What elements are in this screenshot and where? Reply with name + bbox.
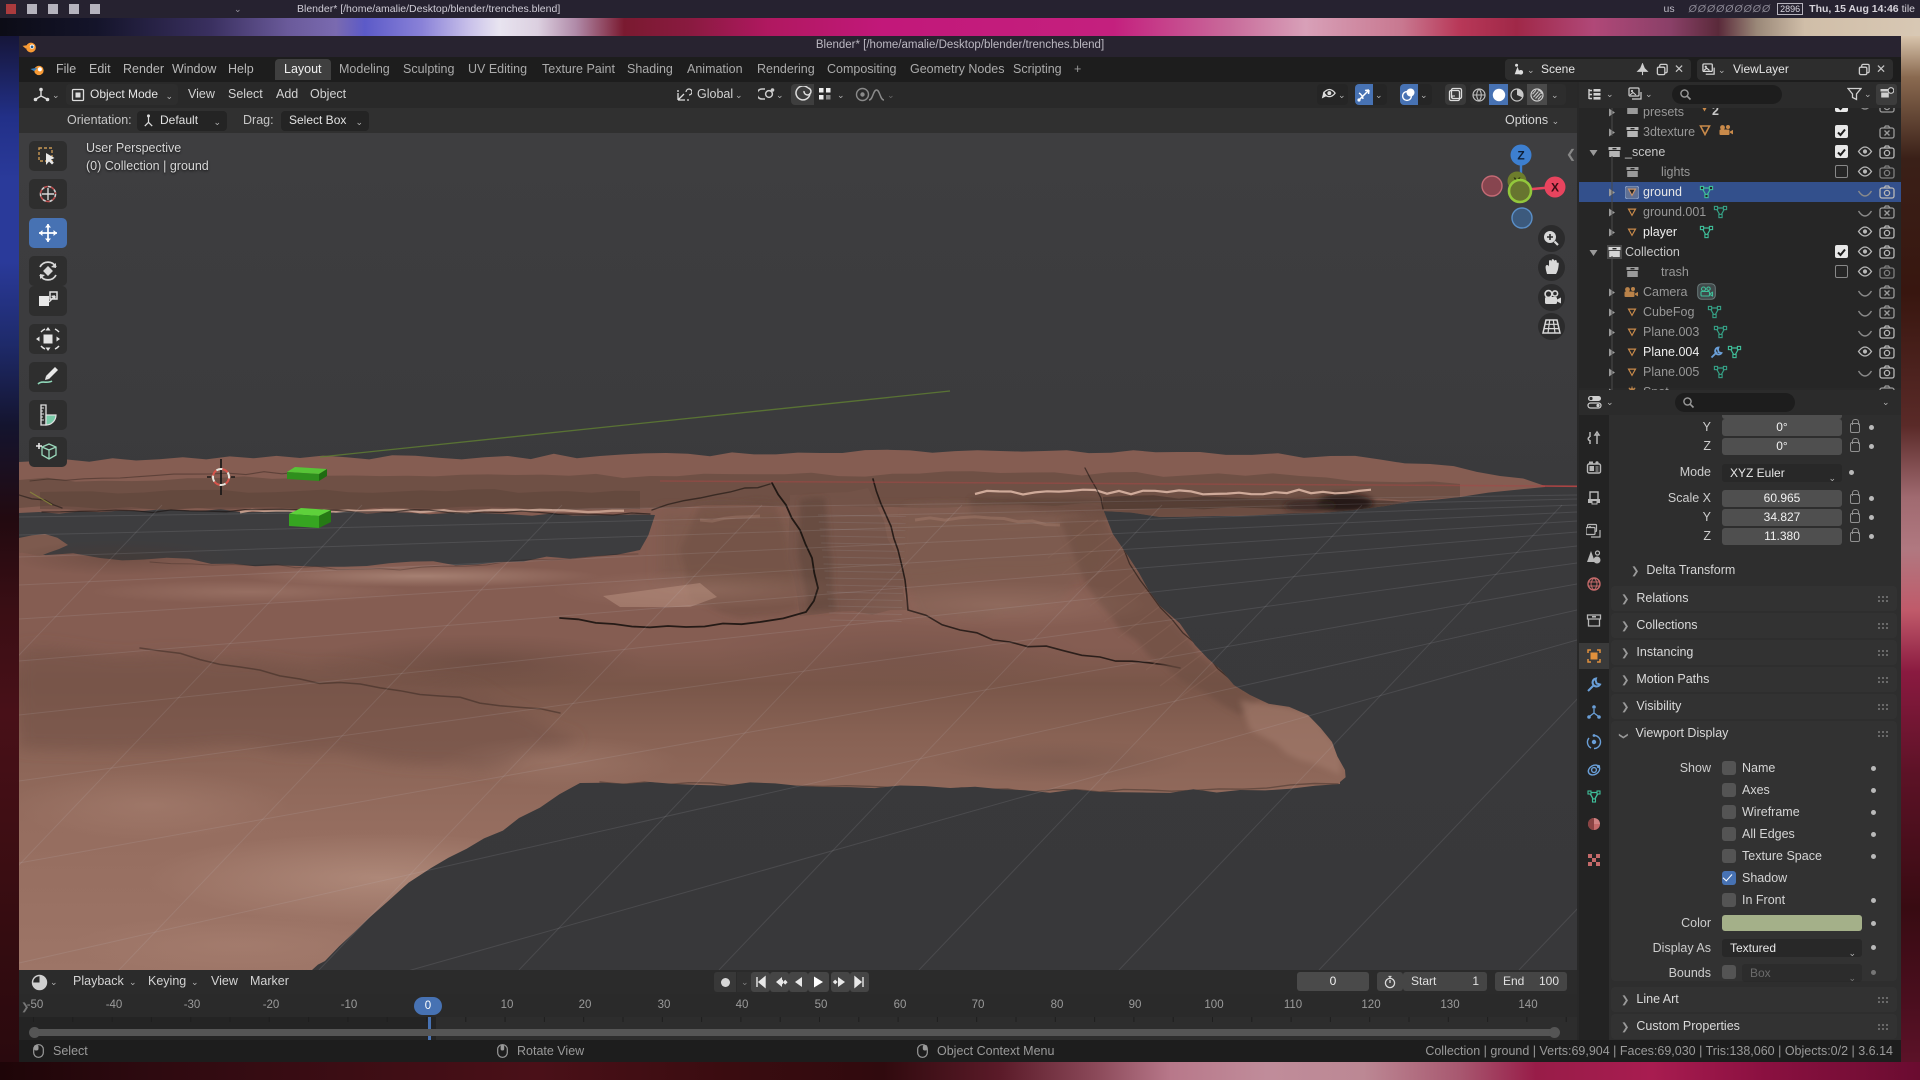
svg-text:X: X: [1551, 181, 1559, 195]
svg-text:Z: Z: [1517, 149, 1524, 163]
